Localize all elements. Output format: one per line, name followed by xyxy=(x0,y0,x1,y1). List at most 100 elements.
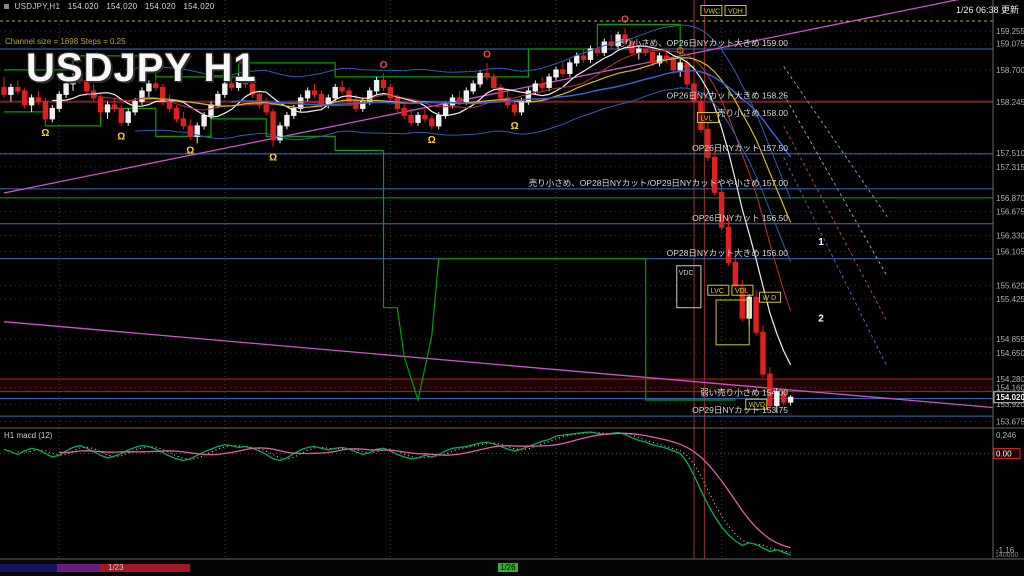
macd-scale-label: 140000 xyxy=(995,552,1018,559)
candle-body xyxy=(340,87,344,90)
wave-count-label[interactable]: 1 xyxy=(818,237,824,248)
candle-body xyxy=(112,105,116,108)
candle-body xyxy=(381,80,385,87)
plot-area[interactable]: OOOOOΩΩΩΩΩΩVDCVWCVDHLVLLVCVDLW DWVD売り小さめ… xyxy=(0,0,1011,559)
candle-body xyxy=(761,332,765,374)
candle-body xyxy=(561,70,565,73)
projection-line xyxy=(784,94,888,276)
price-axis-label: 155.425 xyxy=(996,295,1024,304)
candle-body xyxy=(333,87,337,97)
candle-body xyxy=(485,73,489,76)
wave-count-label[interactable]: 2 xyxy=(818,314,824,325)
time-axis[interactable]: 1/231/26 xyxy=(0,560,1024,576)
candle-body xyxy=(147,84,151,91)
candle-body xyxy=(43,101,47,118)
volume-level-chip-label: LVC xyxy=(711,288,724,295)
price-axis-label: 154.855 xyxy=(996,335,1024,344)
timeline-session-segment xyxy=(0,564,57,572)
candlesticks xyxy=(2,28,793,413)
candle-body xyxy=(154,84,158,87)
op-annotation[interactable]: 弱い売り小さめ 154.00 xyxy=(700,388,788,398)
op-annotation[interactable]: OP26日NYカット 157.50 xyxy=(692,143,788,153)
candle-body xyxy=(140,91,144,101)
candle-body xyxy=(374,80,378,90)
candle-body xyxy=(595,49,599,52)
current-price-label: 154.020 xyxy=(996,393,1024,402)
price-chart-canvas[interactable]: OOOOOΩΩΩΩΩΩVDCVWCVDHLVLLVCVDLW DWVD売り小さめ… xyxy=(0,0,1024,560)
price-axis[interactable]: 159.255159.075158.700158.245157.510157.3… xyxy=(993,0,1024,559)
moving-average-line xyxy=(135,88,791,262)
candle-body xyxy=(243,77,247,84)
buy-signal-marker: Ω xyxy=(269,152,277,163)
candle-body xyxy=(733,262,737,286)
moving-average-line xyxy=(135,25,791,199)
analysis-box-label: VDC xyxy=(679,270,694,277)
op-annotation[interactable]: 売り小さめ、OP28日NYカット/OP29日NYカットやや小さめ 157.00 xyxy=(529,178,789,188)
op-annotation[interactable]: OP28日NYカット大きめ 156.00 xyxy=(667,248,789,258)
candle-body xyxy=(29,98,33,105)
candle-body xyxy=(202,115,206,125)
candle-body xyxy=(788,397,792,402)
candle-body xyxy=(71,77,75,84)
candle-body xyxy=(650,52,654,62)
op-annotation[interactable]: OP29日NYカット 153.75 xyxy=(692,405,788,415)
candle-body xyxy=(126,112,130,122)
support-band xyxy=(0,379,993,392)
candle-body xyxy=(637,49,641,52)
candle-body xyxy=(312,91,316,94)
candle-body xyxy=(416,115,420,122)
price-axis-label: 155.620 xyxy=(996,281,1024,290)
op-annotation[interactable]: OP26日NYカット 156.50 xyxy=(692,213,788,223)
projection-line xyxy=(784,66,888,216)
candle-body xyxy=(512,105,516,112)
sell-signal-marker: O xyxy=(380,60,388,71)
trendline[interactable] xyxy=(4,322,1011,409)
price-axis-label: 159.075 xyxy=(996,40,1024,49)
candle-body xyxy=(540,84,544,87)
mt4-chart-window: OOOOOΩΩΩΩΩΩVDCVWCVDHLVLLVCVDLW DWVD売り小さめ… xyxy=(0,0,1024,576)
sell-signal-marker: O xyxy=(483,49,491,60)
price-axis-label: 157.510 xyxy=(996,149,1024,158)
candle-body xyxy=(685,63,689,84)
candle-body xyxy=(547,77,551,87)
candle-body xyxy=(464,91,468,101)
candle-body xyxy=(664,56,668,59)
candle-body xyxy=(2,87,6,94)
candle-body xyxy=(236,77,240,87)
volume-level-chip-label: VDH xyxy=(728,8,743,15)
price-axis-label: 156.870 xyxy=(996,194,1024,203)
price-axis-label: 158.245 xyxy=(996,98,1024,107)
op-annotation[interactable]: 売り小さめ、OP26日NYカット大きめ 159.00 xyxy=(616,38,789,48)
candle-body xyxy=(492,77,496,87)
candle-body xyxy=(568,63,572,73)
candle-body xyxy=(174,108,178,118)
candle-body xyxy=(209,105,213,115)
buy-signal-marker: Ω xyxy=(117,131,125,142)
price-axis-label: 159.255 xyxy=(996,27,1024,36)
candle-body xyxy=(119,108,123,122)
volume-level-chip-label: VWC xyxy=(704,8,720,15)
price-axis-label: 156.330 xyxy=(996,232,1024,241)
candle-body xyxy=(519,101,523,111)
buy-signal-marker: Ω xyxy=(511,121,519,132)
candle-body xyxy=(50,108,54,118)
op-annotation[interactable]: 売り小さめ 158.00 xyxy=(717,108,788,118)
candle-body xyxy=(457,98,461,101)
candle-body xyxy=(285,115,289,125)
candle-body xyxy=(305,91,309,98)
candle-body xyxy=(478,73,482,83)
candle-body xyxy=(85,80,89,90)
candle-body xyxy=(437,115,441,125)
candle-body xyxy=(16,87,20,90)
volume-level-chip-label: VDL xyxy=(735,288,749,295)
op-annotation[interactable]: OP26日NYカット大きめ 158.25 xyxy=(667,90,789,100)
timeline-date-label: 1/23 xyxy=(108,563,124,572)
candle-body xyxy=(57,94,61,108)
candle-body xyxy=(223,84,227,94)
candle-body xyxy=(230,84,234,87)
candle-body xyxy=(402,108,406,115)
candle-body xyxy=(188,126,192,136)
vertical-lines xyxy=(59,0,721,559)
candle-body xyxy=(105,105,109,112)
candle-body xyxy=(430,119,434,126)
